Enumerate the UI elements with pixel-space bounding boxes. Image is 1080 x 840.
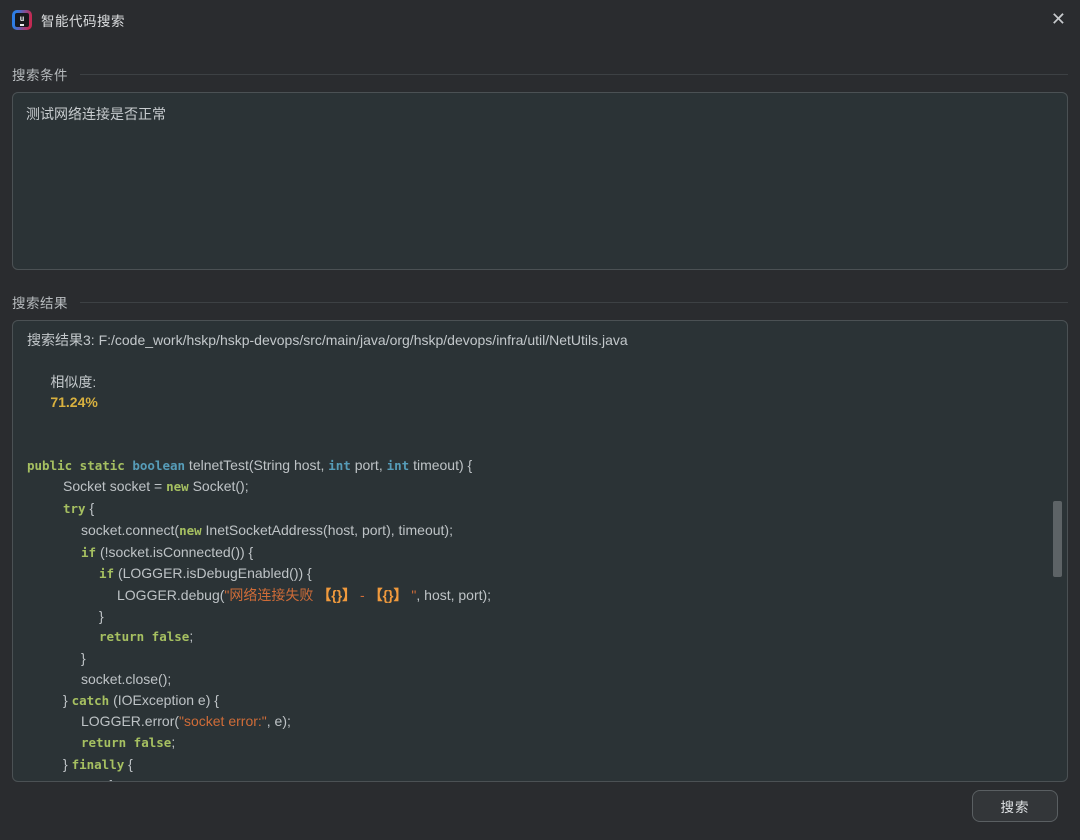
code-line: if (LOGGER.isDebugEnabled()) { <box>27 563 1053 585</box>
code-segment-plain: { <box>124 756 133 772</box>
code-segment-kw: try <box>63 501 86 516</box>
code-segment-kw: return false <box>81 735 171 750</box>
code-line: } <box>27 606 1053 627</box>
code-segment-plain: (!socket.isConnected()) { <box>96 544 253 560</box>
code-line: socket.connect(new InetSocketAddress(hos… <box>27 520 1053 542</box>
code-segment-type: int <box>387 458 410 473</box>
app-logo-letter: u <box>20 15 25 26</box>
code-segment-kw: return false <box>99 629 189 644</box>
result-file-path: 搜索结果3: F:/code_work/hskp/hskp-devops/src… <box>27 330 1053 351</box>
code-segment-plain: } <box>63 692 72 708</box>
dialog-title: 智能代码搜索 <box>41 10 125 30</box>
code-segment-kw: catch <box>72 693 110 708</box>
search-query-text: 测试网络连接是否正常 <box>26 106 166 122</box>
code-line: socket.close(); <box>27 669 1053 690</box>
search-results-panel[interactable]: 搜索结果3: F:/code_work/hskp/hskp-devops/src… <box>12 320 1068 782</box>
code-segment-plain: InetSocketAddress(host, port), timeout); <box>202 522 453 538</box>
code-segment-plain: socket.close(); <box>81 671 171 687</box>
code-segment-strhl: 【{}】 <box>369 587 408 603</box>
results-section-header: 搜索结果 <box>0 292 1080 312</box>
code-segment-str: "网络连接失败 <box>224 587 317 603</box>
code-segment-str: "socket error:" <box>179 713 267 729</box>
criteria-section-header: 搜索条件 <box>0 64 1080 84</box>
code-segment-plain: (LOGGER.isDebugEnabled()) { <box>114 565 312 581</box>
code-segment-plain: } <box>81 650 86 666</box>
code-segment-kw: new <box>166 479 189 494</box>
scrollbar-thumb[interactable] <box>1053 501 1062 577</box>
code-line: return false; <box>27 732 1053 754</box>
code-segment-plain: Socket socket = <box>63 478 166 494</box>
code-segment-plain: socket.connect( <box>81 522 179 538</box>
code-segment-plain: , e); <box>267 713 291 729</box>
criteria-separator-line <box>80 74 1068 75</box>
code-line: LOGGER.debug("网络连接失败 【{}】 - 【{}】 ", host… <box>27 585 1053 606</box>
criteria-section-label: 搜索条件 <box>12 64 68 84</box>
code-segment-plain: } <box>63 756 72 772</box>
footer-actions: 搜索 <box>972 790 1058 822</box>
results-separator-line <box>80 302 1068 303</box>
result-similarity: 相似度: 71.24% <box>27 351 1053 434</box>
similarity-value: 71.24% <box>50 394 97 410</box>
code-line: public static boolean telnetTest(String … <box>27 455 1053 477</box>
code-segment-str: - <box>356 587 368 603</box>
code-segment-plain: timeout) { <box>409 457 472 473</box>
code-line: return false; <box>27 626 1053 648</box>
close-icon[interactable]: ✕ <box>1051 11 1066 29</box>
code-segment-plain: ; <box>171 734 175 750</box>
code-line: try { <box>27 498 1053 520</box>
code-search-dialog: u 智能代码搜索 ✕ 搜索条件 测试网络连接是否正常 搜索结果 搜索结果3: F… <box>0 0 1080 840</box>
similarity-label: 相似度: <box>50 374 96 390</box>
code-line: } <box>27 648 1053 669</box>
code-segment-kw: new <box>179 523 202 538</box>
code-segment-plain: LOGGER.error( <box>81 713 179 729</box>
search-button[interactable]: 搜索 <box>972 790 1058 822</box>
code-segment-plain: { <box>86 500 95 516</box>
results-section-label: 搜索结果 <box>12 292 68 312</box>
title-bar: u 智能代码搜索 ✕ <box>0 0 1080 40</box>
blank-line <box>27 434 1053 455</box>
app-logo-inner: u <box>15 13 29 27</box>
code-segment-plain: port, <box>351 457 387 473</box>
code-segment-kw: if <box>99 566 114 581</box>
code-line: LOGGER.error("socket error:", e); <box>27 711 1053 732</box>
code-segment-plain: Socket(); <box>189 478 249 494</box>
code-segment-kw: public static <box>27 458 132 473</box>
code-line: try { <box>27 775 1053 782</box>
code-segment-plain: , host, port); <box>416 587 491 603</box>
code-line: if (!socket.isConnected()) { <box>27 542 1053 564</box>
code-line: Socket socket = new Socket(); <box>27 476 1053 498</box>
search-query-input[interactable]: 测试网络连接是否正常 <box>12 92 1068 270</box>
code-segment-plain: { <box>104 777 113 782</box>
code-segment-plain: ; <box>189 628 193 644</box>
code-segment-kw: try <box>81 778 104 782</box>
code-segment-kw: if <box>81 545 96 560</box>
code-segment-kw: finally <box>72 757 125 772</box>
code-snippet: public static boolean telnetTest(String … <box>27 455 1053 782</box>
code-segment-plain: LOGGER.debug( <box>117 587 224 603</box>
code-segment-plain: telnetTest(String host, <box>185 457 328 473</box>
code-segment-plain: } <box>99 608 104 624</box>
code-segment-strhl: 【{}】 <box>317 587 356 603</box>
code-line: } finally { <box>27 754 1053 776</box>
code-segment-type: boolean <box>132 458 185 473</box>
code-segment-plain: (IOException e) { <box>109 692 219 708</box>
code-line: } catch (IOException e) { <box>27 690 1053 712</box>
code-segment-type: int <box>328 458 351 473</box>
app-logo-icon: u <box>12 10 32 30</box>
